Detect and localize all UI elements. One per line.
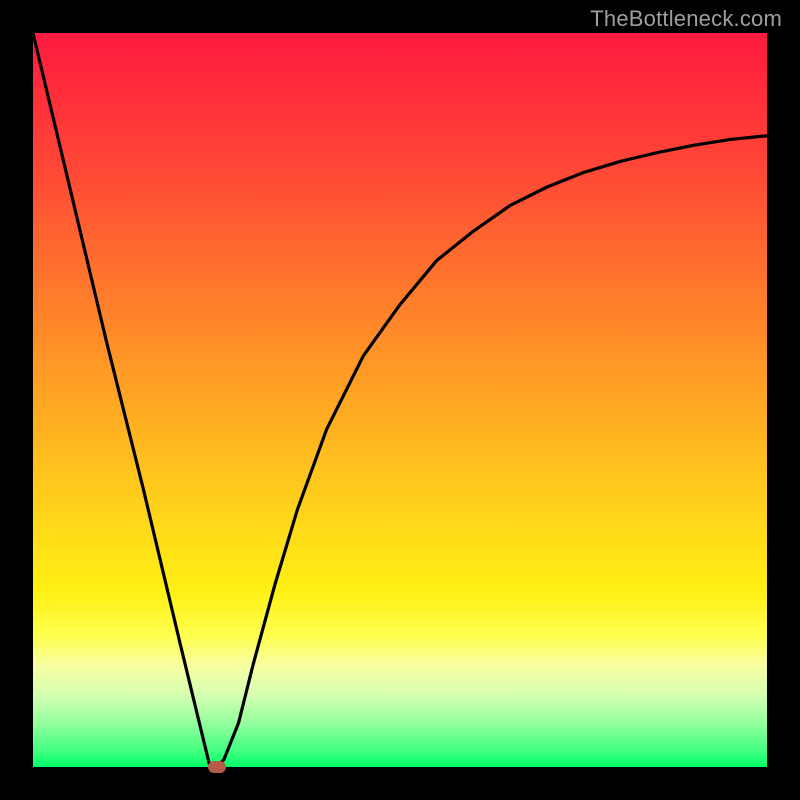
chart-frame: TheBottleneck.com — [0, 0, 800, 800]
watermark-label: TheBottleneck.com — [590, 6, 782, 32]
bottleneck-curve — [33, 33, 767, 767]
min-marker — [208, 761, 226, 773]
curve-layer — [33, 33, 767, 767]
plot-area — [33, 33, 767, 767]
